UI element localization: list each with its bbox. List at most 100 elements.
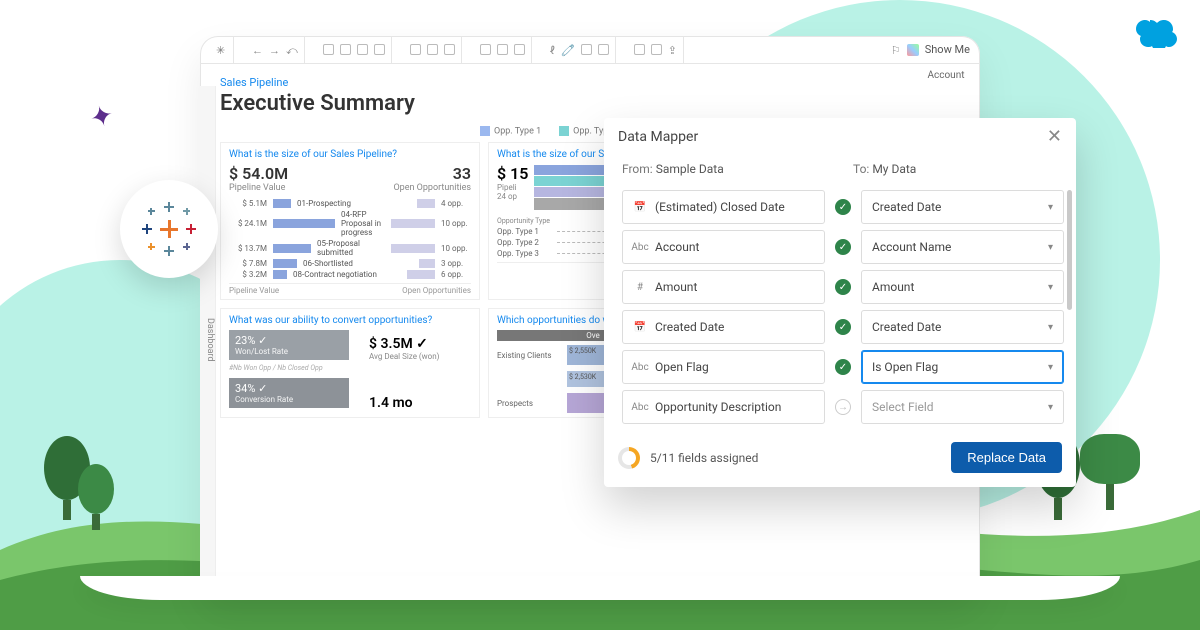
fit-icon[interactable] (634, 44, 645, 55)
source-field[interactable]: Abc Opportunity Description (622, 390, 825, 424)
check-icon: ✓ (835, 319, 851, 335)
guide-icon[interactable]: ⚐ (891, 44, 901, 55)
page-title: Executive Summary (220, 91, 974, 116)
kpi-avg-deal: $ 3.5M ✓ (369, 336, 439, 352)
mapping-row: Abc Opportunity Description → Select Fie… (622, 390, 1064, 424)
from-value: Sample Data (656, 162, 724, 176)
axis-label: Pipeline Value (229, 286, 279, 295)
footnote: #Nb Won Opp / Nb Closed Opp (229, 364, 349, 372)
source-field[interactable]: 📅 (Estimated) Closed Date (622, 190, 825, 224)
worksheet-icon[interactable] (497, 44, 508, 55)
mapping-row: Abc Account ✓ Account Name▾ (622, 230, 1064, 264)
panel-conversion: What was our ability to convert opportun… (220, 308, 480, 418)
close-icon[interactable]: ✕ (1047, 128, 1062, 146)
pipeline-row[interactable]: $ 24.1M 04-RFP Proposal in progress 10 o… (229, 210, 471, 237)
source-field[interactable]: # Amount (622, 270, 825, 304)
panel-pipeline: What is the size of our Sales Pipeline? … (220, 142, 480, 300)
toolbar: ✳ ← → ⤺ ℓ 🧷 (200, 36, 980, 64)
tool-icon[interactable] (581, 44, 592, 55)
redo-icon[interactable]: → (269, 44, 280, 55)
kpi-label: Open Opportunities (393, 183, 471, 193)
undo-icon[interactable]: ← (252, 44, 263, 55)
source-field[interactable]: 📅 Created Date (622, 310, 825, 344)
dashboard-icon[interactable] (514, 44, 525, 55)
type-icon: Abc (633, 402, 647, 413)
destination-field-select[interactable]: Account Name▾ (861, 230, 1064, 264)
duplicate-icon[interactable] (357, 44, 368, 55)
panel-question: What is the size of our Sales Pipeline? (229, 149, 471, 160)
show-me-label[interactable]: Show Me (925, 43, 970, 56)
destination-field-select[interactable]: Amount▾ (861, 270, 1064, 304)
check-icon: ✓ (835, 359, 851, 375)
attach-icon[interactable]: 🧷 (561, 44, 575, 55)
mapping-row: # Amount ✓ Amount▾ (622, 270, 1064, 304)
row-label: Prospects (497, 399, 561, 408)
axis-label: Open Opportunities (402, 286, 471, 295)
mapping-row: Abc Open Flag ✓ Is Open Flag▾ (622, 350, 1064, 384)
type-icon: Abc (633, 242, 647, 253)
destination-field-select[interactable]: Select Field▾ (861, 390, 1064, 424)
revert-icon[interactable]: ⤺ (286, 44, 298, 55)
mapping-row: 📅 Created Date ✓ Created Date▾ (622, 310, 1064, 344)
progress-ring (618, 447, 640, 469)
pipeline-row[interactable]: $ 13.7M 05-Proposal submitted 10 opp. (229, 239, 471, 257)
kpi-value: $ 15 (497, 164, 528, 183)
breadcrumb[interactable]: Sales Pipeline (220, 76, 974, 89)
clear-icon[interactable] (374, 44, 385, 55)
pipeline-row[interactable]: $ 3.2M 08-Contract negotiation 6 opp. (229, 270, 471, 279)
destination-field-select[interactable]: Created Date▾ (861, 190, 1064, 224)
present-icon[interactable] (651, 44, 662, 55)
rate-conversion: 34% ✓Conversion Rate (229, 378, 349, 408)
logo-icon: ✳ (216, 44, 227, 55)
type-icon: 📅 (633, 202, 647, 213)
destination-field-select[interactable]: Is Open Flag▾ (861, 350, 1064, 384)
progress-text: 5/11 fields assigned (650, 451, 758, 465)
kpi-label: Avg Deal Size (won) (369, 352, 439, 361)
data-mapper-modal: Data Mapper ✕ From: Sample Data To: My D… (604, 118, 1076, 487)
pipeline-row[interactable]: $ 5.1M 01-Prospecting 4 opp. (229, 199, 471, 208)
row-label: Existing Clients (497, 351, 561, 360)
font-icon[interactable]: ℓ (550, 44, 555, 55)
chevron-down-icon: ▾ (1048, 362, 1053, 373)
show-me-icon[interactable] (907, 44, 919, 56)
legend-item: Opp. Type 1 (480, 126, 541, 136)
chevron-down-icon: ▾ (1048, 202, 1053, 213)
chevron-down-icon: ▾ (1048, 322, 1053, 333)
swap-icon[interactable] (410, 44, 421, 55)
new-sheet-icon[interactable] (340, 44, 351, 55)
chevron-down-icon: ▾ (1048, 402, 1053, 413)
tableau-logo-chip (120, 180, 218, 278)
kpi-label: Pipeline Value (229, 183, 288, 193)
share-icon[interactable]: ⇪ (668, 44, 677, 55)
mapping-row: 📅 (Estimated) Closed Date ✓ Created Date… (622, 190, 1064, 224)
destination-field-select[interactable]: Created Date▾ (861, 310, 1064, 344)
type-icon: 📅 (633, 322, 647, 333)
check-icon: ✓ (835, 279, 851, 295)
tree-decor (78, 464, 114, 530)
laptop-base (80, 576, 1120, 600)
scrollbar-thumb[interactable] (1067, 190, 1072, 310)
pipeline-row[interactable]: $ 7.8M 06-Shortlisted 3 opp. (229, 259, 471, 268)
source-field[interactable]: Abc Open Flag (622, 350, 825, 384)
salesforce-logo (1132, 14, 1180, 52)
chevron-down-icon: ▾ (1048, 242, 1053, 253)
kpi-label: Pipeli (497, 183, 528, 192)
sort-desc-icon[interactable] (444, 44, 455, 55)
replace-data-button[interactable]: Replace Data (951, 442, 1062, 473)
check-icon: ✓ (835, 199, 851, 215)
from-label: From: (622, 162, 653, 176)
kpi-pipeline-value: $ 54.0M (229, 164, 288, 183)
check-icon: ✓ (835, 239, 851, 255)
kpi-label: 24 op (497, 192, 528, 201)
modal-title: Data Mapper (618, 129, 698, 145)
source-field[interactable]: Abc Account (622, 230, 825, 264)
tree-decor (1080, 434, 1140, 510)
side-tab-dashboard[interactable]: Dashboard (200, 86, 216, 586)
to-label: To: (853, 162, 869, 176)
rate-won-lost: 23% ✓Won/Lost Rate (229, 330, 349, 360)
tool-icon[interactable] (598, 44, 609, 55)
type-icon: # (633, 282, 647, 293)
save-icon[interactable] (323, 44, 334, 55)
group-icon[interactable] (480, 44, 491, 55)
sort-asc-icon[interactable] (427, 44, 438, 55)
